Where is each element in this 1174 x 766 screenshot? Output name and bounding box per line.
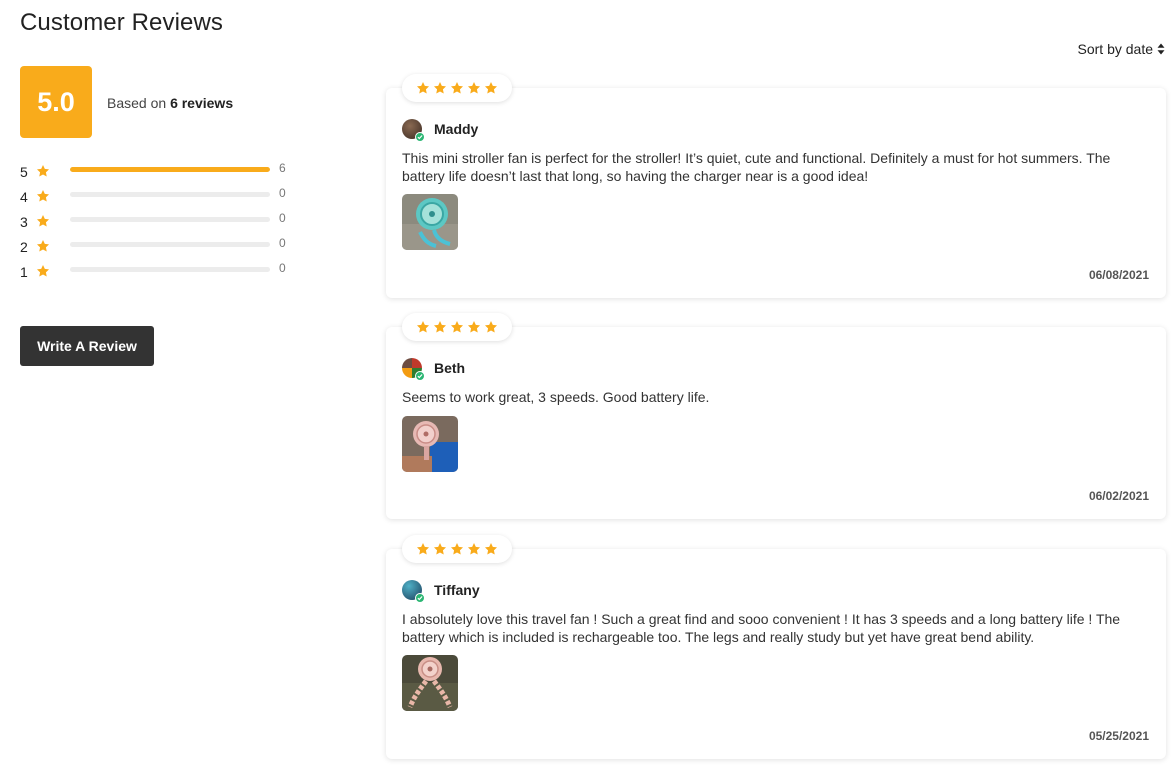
based-on-text: Based on 6 reviews: [107, 95, 233, 111]
review-card: Maddy This mini stroller fan is perfect …: [386, 74, 1166, 298]
rating-row-count: 0: [279, 236, 286, 250]
reviewer-name: Beth: [434, 360, 466, 376]
rating-bar-track: [70, 217, 270, 222]
verified-check-icon: [415, 593, 425, 603]
rating-row-count: 6: [279, 161, 286, 175]
review-photo[interactable]: [402, 194, 458, 250]
star-icon: [484, 321, 498, 333]
review-photo-image: [402, 416, 458, 472]
star-icon: [416, 82, 430, 94]
star-icon: [433, 82, 447, 94]
rating-row-4[interactable]: 4 0: [20, 184, 300, 209]
rating-bar-track: [70, 242, 270, 247]
rating-row-stars: 4: [20, 188, 28, 205]
rating-row-count: 0: [279, 211, 286, 225]
star-icon: [484, 82, 498, 94]
review-text: This mini stroller fan is perfect for th…: [402, 150, 1111, 184]
avatar: [402, 358, 425, 381]
rating-row-stars: 3: [20, 213, 28, 230]
rating-bar-track: [70, 167, 270, 172]
review-text: Seems to work great, 3 speeds. Good batt…: [402, 389, 710, 405]
rating-row-1[interactable]: 1 0: [20, 259, 300, 284]
avatar: [402, 580, 425, 603]
reviewer: Maddy: [402, 119, 479, 142]
sort-arrows-icon: [1157, 43, 1165, 55]
rating-row-2[interactable]: 2 0: [20, 234, 300, 259]
review-date: 06/02/2021: [1088, 489, 1149, 503]
star-icon: [416, 321, 430, 333]
reviewer: Tiffany: [402, 580, 480, 603]
rating-bar-track: [70, 192, 270, 197]
review-card: Beth Seems to work great, 3 speeds. Good…: [386, 313, 1166, 519]
verified-check-icon: [415, 371, 425, 381]
star-icon: [36, 214, 50, 226]
page-title: Customer Reviews: [20, 9, 223, 36]
rating-bar-track: [70, 267, 270, 272]
review-photo-image: [402, 655, 458, 711]
review-photo[interactable]: [402, 655, 458, 711]
reviewer-name: Maddy: [434, 121, 479, 137]
reviewer: Beth: [402, 358, 466, 381]
sort-dropdown[interactable]: Sort by date: [1078, 41, 1166, 57]
star-icon: [433, 321, 447, 333]
star-icon: [450, 82, 464, 94]
review-rating: [402, 535, 512, 563]
star-icon: [36, 239, 50, 251]
star-icon: [450, 543, 464, 555]
sort-label: Sort by date: [1077, 41, 1154, 57]
star-icon: [36, 164, 50, 176]
review-count: 6 reviews: [170, 95, 234, 111]
star-icon: [36, 189, 50, 201]
review-text: I absolutely love this travel fan ! Such…: [402, 611, 1121, 645]
verified-check-icon: [415, 132, 425, 142]
star-icon: [416, 543, 430, 555]
star-icon: [467, 543, 481, 555]
rating-row-count: 0: [279, 261, 286, 275]
rating-distribution: 5 6 4 0 3 0 2 0 1 0: [20, 159, 300, 284]
rating-row-5[interactable]: 5 6: [20, 159, 300, 184]
review-card: Tiffany I absolutely love this travel fa…: [386, 535, 1166, 759]
review-photo[interactable]: [402, 416, 458, 472]
write-review-button[interactable]: Write A Review: [20, 326, 154, 366]
rating-row-stars: 5: [20, 163, 28, 180]
rating-row-count: 0: [279, 186, 286, 200]
star-icon: [36, 264, 50, 276]
star-icon: [433, 543, 447, 555]
star-icon: [450, 321, 464, 333]
rating-bar-fill: [70, 167, 270, 172]
based-on-prefix: Based on: [107, 95, 167, 111]
review-rating: [402, 313, 512, 341]
avatar: [402, 119, 425, 142]
reviewer-name: Tiffany: [434, 582, 480, 598]
star-icon: [467, 82, 481, 94]
review-date: 05/25/2021: [1088, 729, 1149, 743]
star-icon: [467, 321, 481, 333]
review-rating: [402, 74, 512, 102]
star-icon: [484, 543, 498, 555]
rating-row-stars: 2: [20, 238, 28, 255]
rating-row-3[interactable]: 3 0: [20, 209, 300, 234]
average-score-badge: 5.0: [20, 66, 92, 138]
review-date: 06/08/2021: [1088, 268, 1149, 282]
rating-row-stars: 1: [20, 263, 28, 280]
review-photo-image: [402, 194, 458, 250]
